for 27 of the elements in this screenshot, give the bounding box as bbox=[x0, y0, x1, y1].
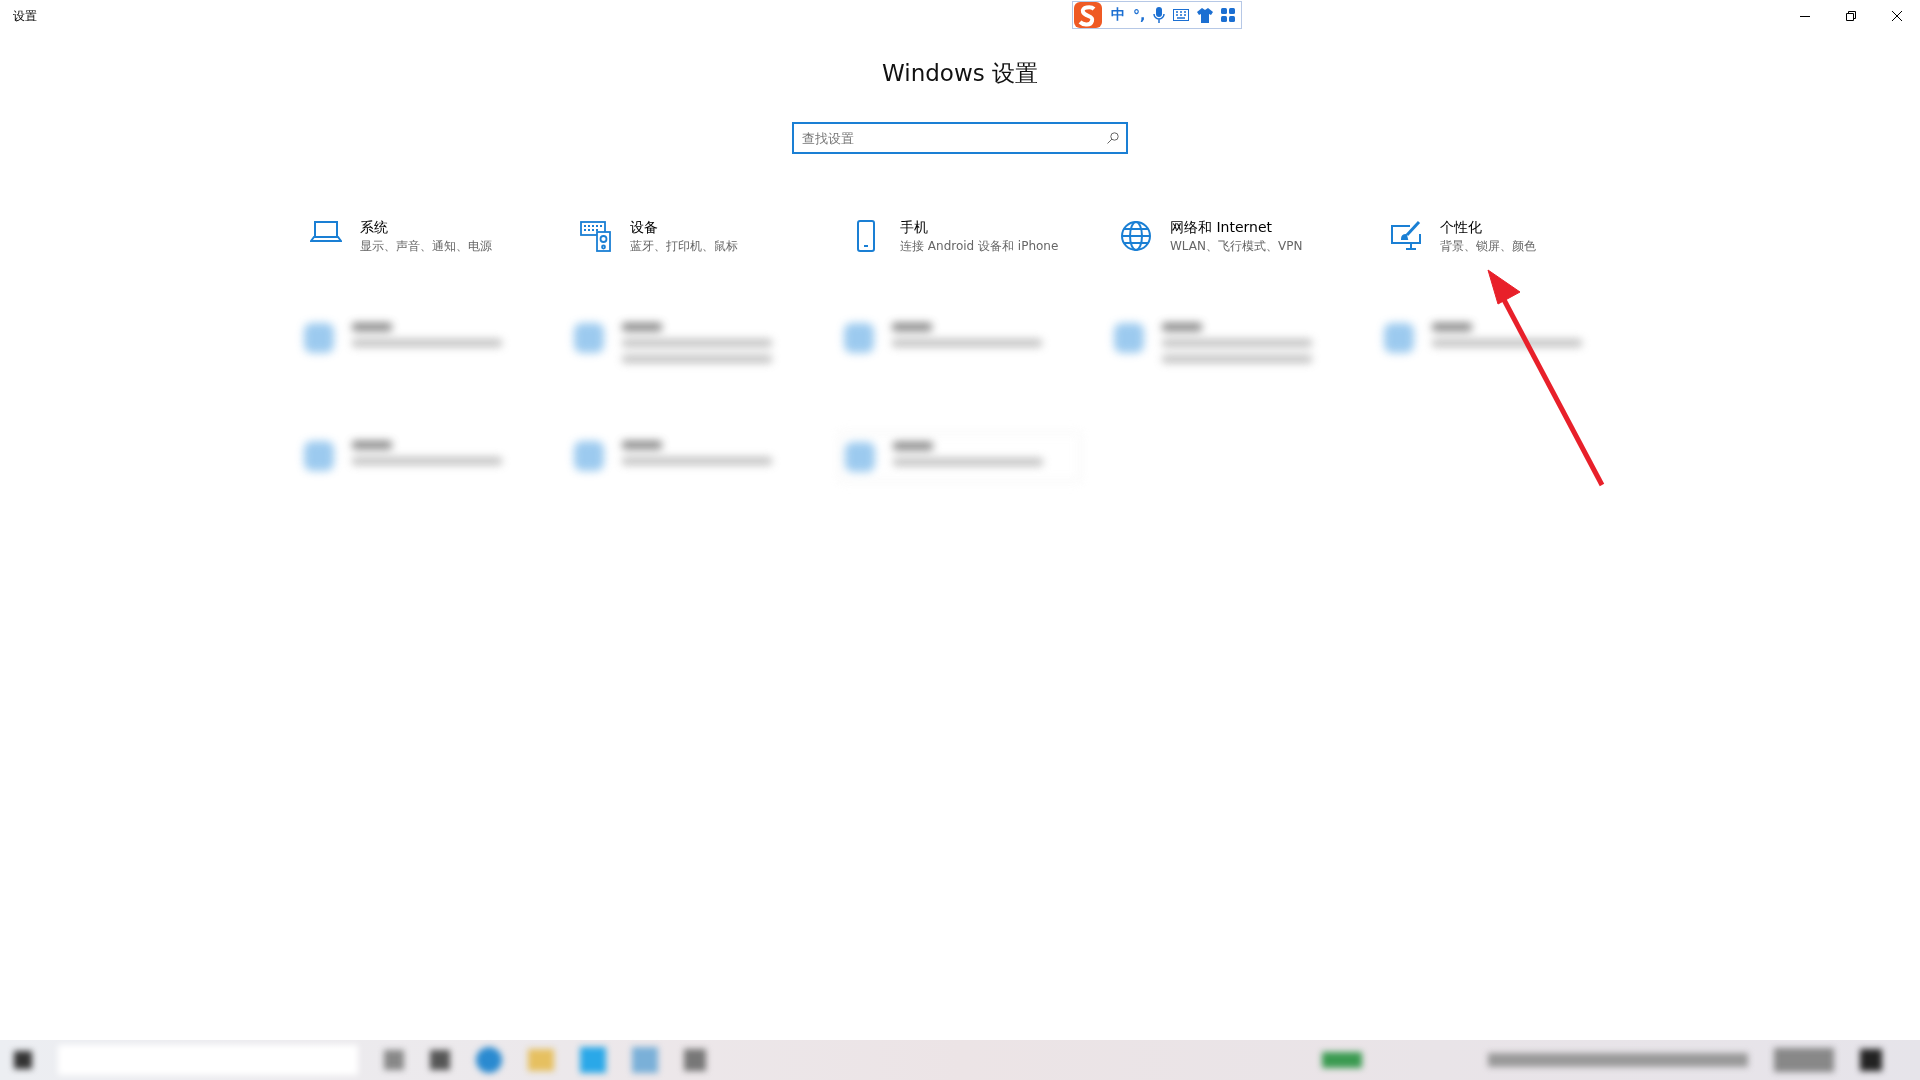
monitor-brush-icon bbox=[1390, 220, 1422, 250]
page-heading: Windows 设置 bbox=[882, 59, 1038, 88]
category-description: 背景、锁屏、颜色 bbox=[1440, 238, 1536, 255]
category-description: WLAN、飞行模式、VPN bbox=[1170, 238, 1303, 255]
shirt-icon[interactable] bbox=[1197, 7, 1214, 23]
keyboard-icon[interactable] bbox=[1173, 9, 1190, 21]
category-name[interactable]: 网络和 Internet bbox=[1170, 218, 1303, 237]
keyboard-speaker-icon bbox=[580, 220, 612, 252]
category-name[interactable]: 手机 bbox=[900, 218, 1059, 237]
search-field[interactable]: 查找设置 bbox=[792, 122, 1128, 154]
search-icon bbox=[1107, 132, 1119, 144]
microphone-icon[interactable] bbox=[1153, 7, 1166, 23]
grid-icon[interactable] bbox=[1221, 8, 1236, 22]
globe-icon bbox=[1120, 220, 1152, 252]
phone-icon bbox=[856, 220, 876, 252]
input-mode-toggle[interactable]: 中 bbox=[1111, 6, 1125, 24]
category-description: 蓝牙、打印机、鼠标 bbox=[630, 238, 738, 255]
restore-icon[interactable] bbox=[1846, 11, 1856, 21]
punctuation-toggle[interactable]: °, bbox=[1133, 7, 1146, 23]
category-name[interactable]: 个性化 bbox=[1440, 218, 1536, 237]
laptop-icon bbox=[310, 220, 342, 244]
category-description: 显示、声音、通知、电源 bbox=[360, 238, 492, 255]
category-name[interactable]: 系统 bbox=[360, 218, 492, 237]
category-name[interactable]: 设备 bbox=[630, 218, 738, 237]
window-title: 设置 bbox=[13, 7, 37, 25]
category-description: 连接 Android 设备和 iPhone bbox=[900, 238, 1059, 255]
close-icon[interactable] bbox=[1892, 11, 1902, 21]
